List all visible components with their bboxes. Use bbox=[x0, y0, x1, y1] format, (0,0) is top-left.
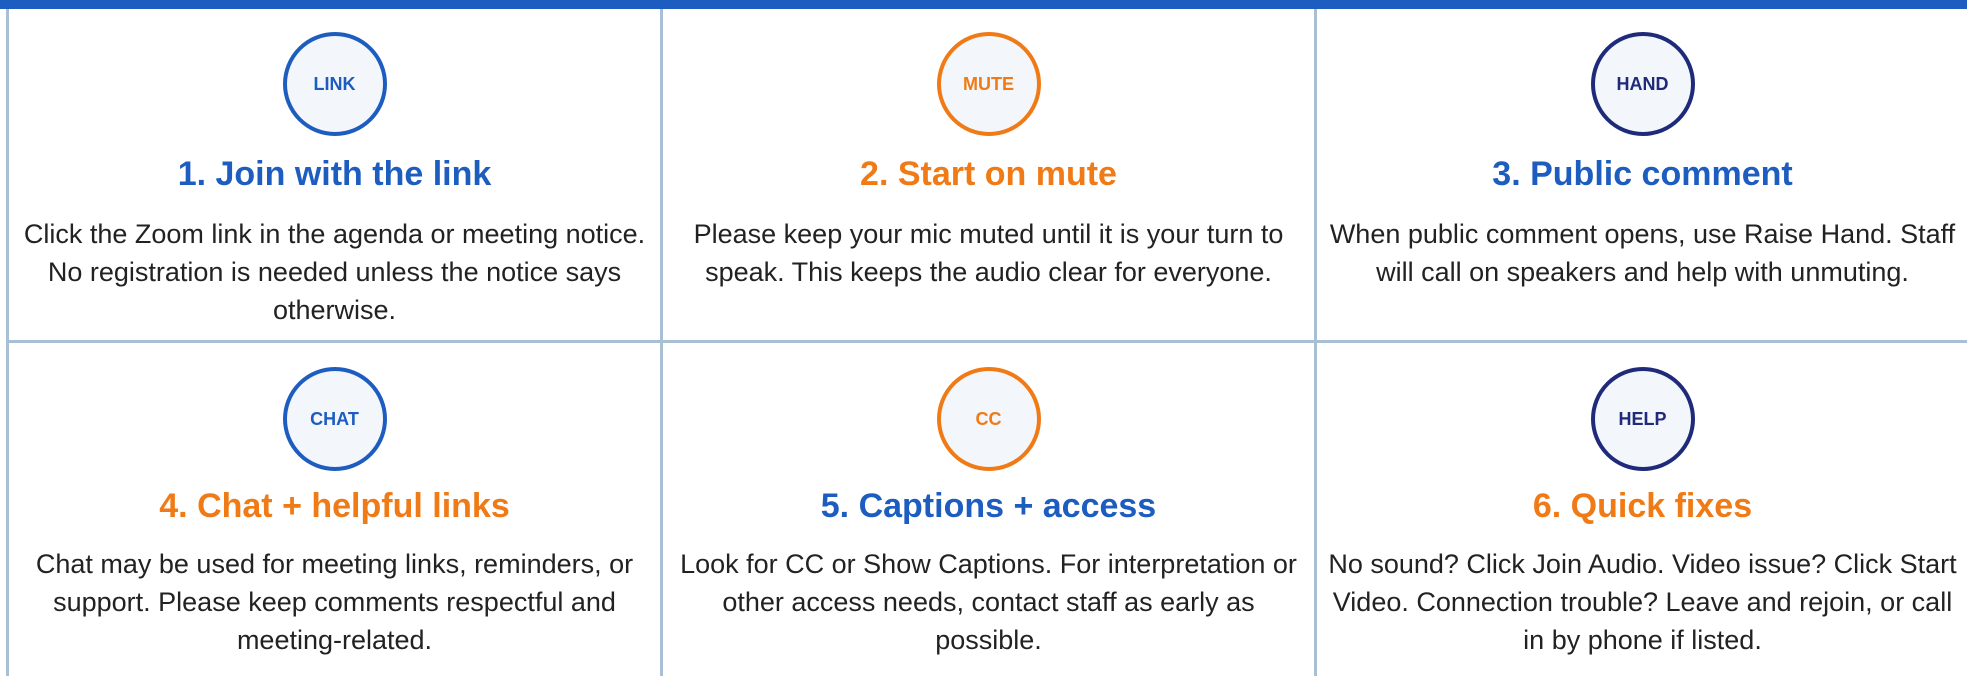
top-accent-bar bbox=[0, 0, 1967, 9]
tip-description: Look for CC or Show Captions. For interp… bbox=[680, 549, 1297, 655]
tip-card-chat-links: CHAT 4. Chat + helpful links Chat may be… bbox=[9, 343, 663, 676]
tip-title: 1. Join with the link bbox=[177, 155, 492, 193]
link-icon: LINK bbox=[282, 32, 387, 136]
tip-title: 4. Chat + helpful links bbox=[159, 487, 510, 525]
tip-card-start-mute: MUTE 2. Start on mute Please keep your m… bbox=[663, 9, 1317, 343]
mute-icon: MUTE bbox=[936, 32, 1041, 136]
tip-title: 3. Public comment bbox=[1492, 155, 1793, 193]
tip-title: 5. Captions + access bbox=[820, 487, 1157, 525]
badge-label: CHAT bbox=[310, 408, 359, 429]
tip-card-quick-fixes: HELP 6. Quick fixes No sound? Click Join… bbox=[1317, 343, 1967, 676]
tip-card-public-comment: HAND 3. Public comment When public comme… bbox=[1317, 9, 1967, 343]
chat-icon: CHAT bbox=[282, 367, 387, 471]
tip-card-join-link: LINK 1. Join with the link Click the Zoo… bbox=[9, 9, 663, 343]
tip-description: Please keep your mic muted until it is y… bbox=[693, 219, 1284, 287]
badge-label: HAND bbox=[1616, 73, 1669, 94]
captions-icon: CC bbox=[936, 367, 1041, 471]
tip-description: No sound? Click Join Audio. Video issue?… bbox=[1328, 549, 1957, 655]
badge-label: CC bbox=[975, 408, 1002, 429]
tip-title: 2. Start on mute bbox=[860, 155, 1117, 193]
help-icon: HELP bbox=[1590, 367, 1695, 471]
hand-icon: HAND bbox=[1590, 32, 1695, 136]
tip-description: Chat may be used for meeting links, remi… bbox=[35, 549, 634, 655]
tip-description: When public comment opens, use Raise Han… bbox=[1329, 219, 1956, 287]
tips-grid: LINK 1. Join with the link Click the Zoo… bbox=[6, 9, 1967, 676]
tip-title: 6. Quick fixes bbox=[1532, 487, 1753, 525]
badge-label: HELP bbox=[1618, 408, 1667, 429]
tip-description: Click the Zoom link in the agenda or mee… bbox=[23, 219, 646, 325]
badge-label: LINK bbox=[313, 73, 356, 94]
badge-label: MUTE bbox=[963, 73, 1014, 94]
tip-card-captions-access: CC 5. Captions + access Look for CC or S… bbox=[663, 343, 1317, 676]
